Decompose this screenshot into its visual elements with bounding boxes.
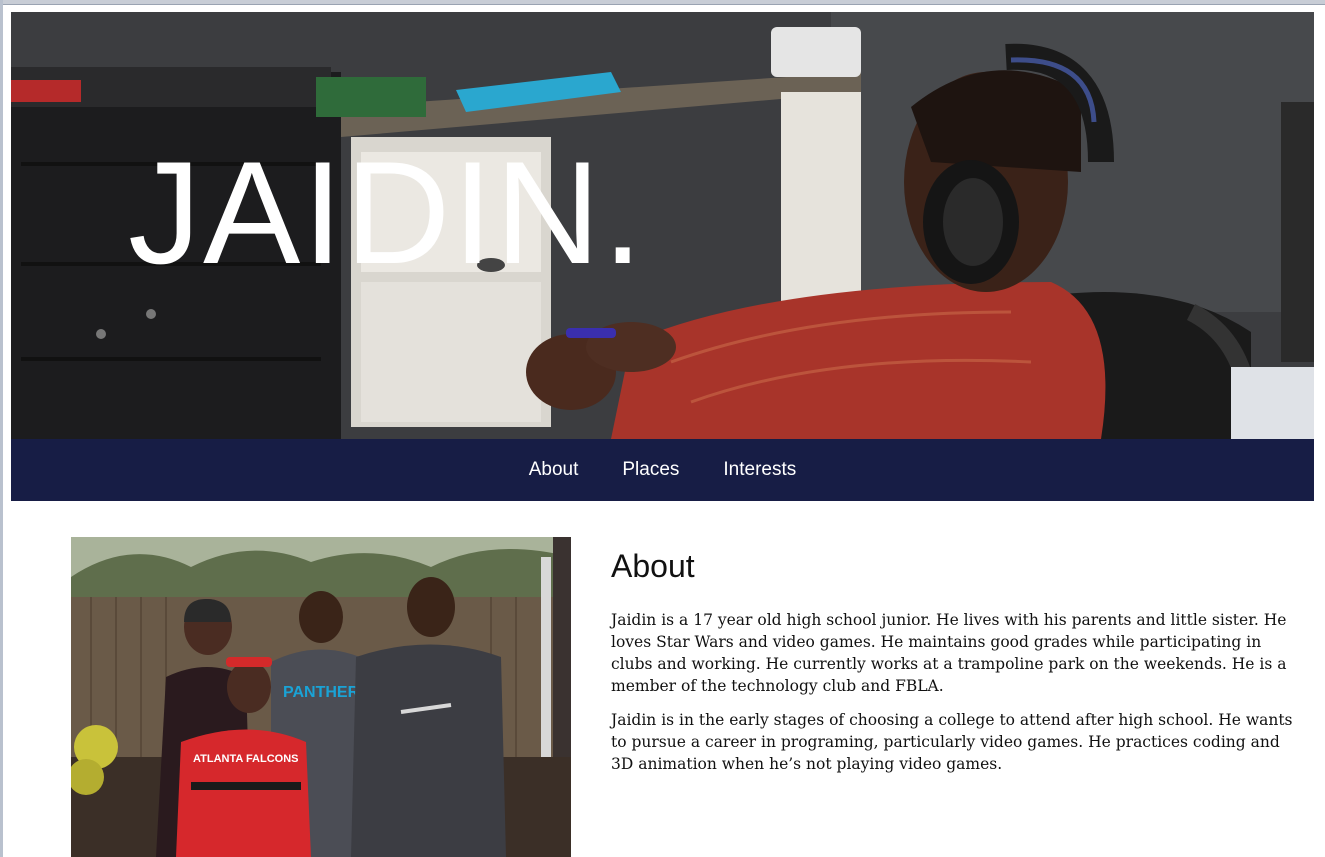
hero-banner: JAIDIN.	[11, 12, 1314, 439]
about-paragraph: Jaidin is a 17 year old high school juni…	[611, 611, 1287, 695]
about-heading: About	[611, 548, 695, 584]
nav-link-about[interactable]: About	[507, 439, 601, 501]
nav-link-places[interactable]: Places	[600, 439, 701, 501]
svg-text:ATLANTA FALCONS: ATLANTA FALCONS	[193, 753, 299, 765]
family-photo: PANTHERS ATLANTA FALCONS	[71, 537, 571, 857]
browser-top-border	[0, 0, 1325, 5]
about-section: About Jaidin is a 17 year old high schoo…	[611, 548, 1301, 787]
about-paragraph: Jaidin is in the early stages of choosin…	[611, 711, 1293, 773]
browser-left-border	[0, 0, 3, 857]
site-title: JAIDIN.	[128, 131, 645, 294]
family-photo-image: PANTHERS ATLANTA FALCONS	[71, 537, 571, 857]
nav-link-interests[interactable]: Interests	[701, 439, 818, 501]
main-nav: About Places Interests	[11, 439, 1314, 501]
